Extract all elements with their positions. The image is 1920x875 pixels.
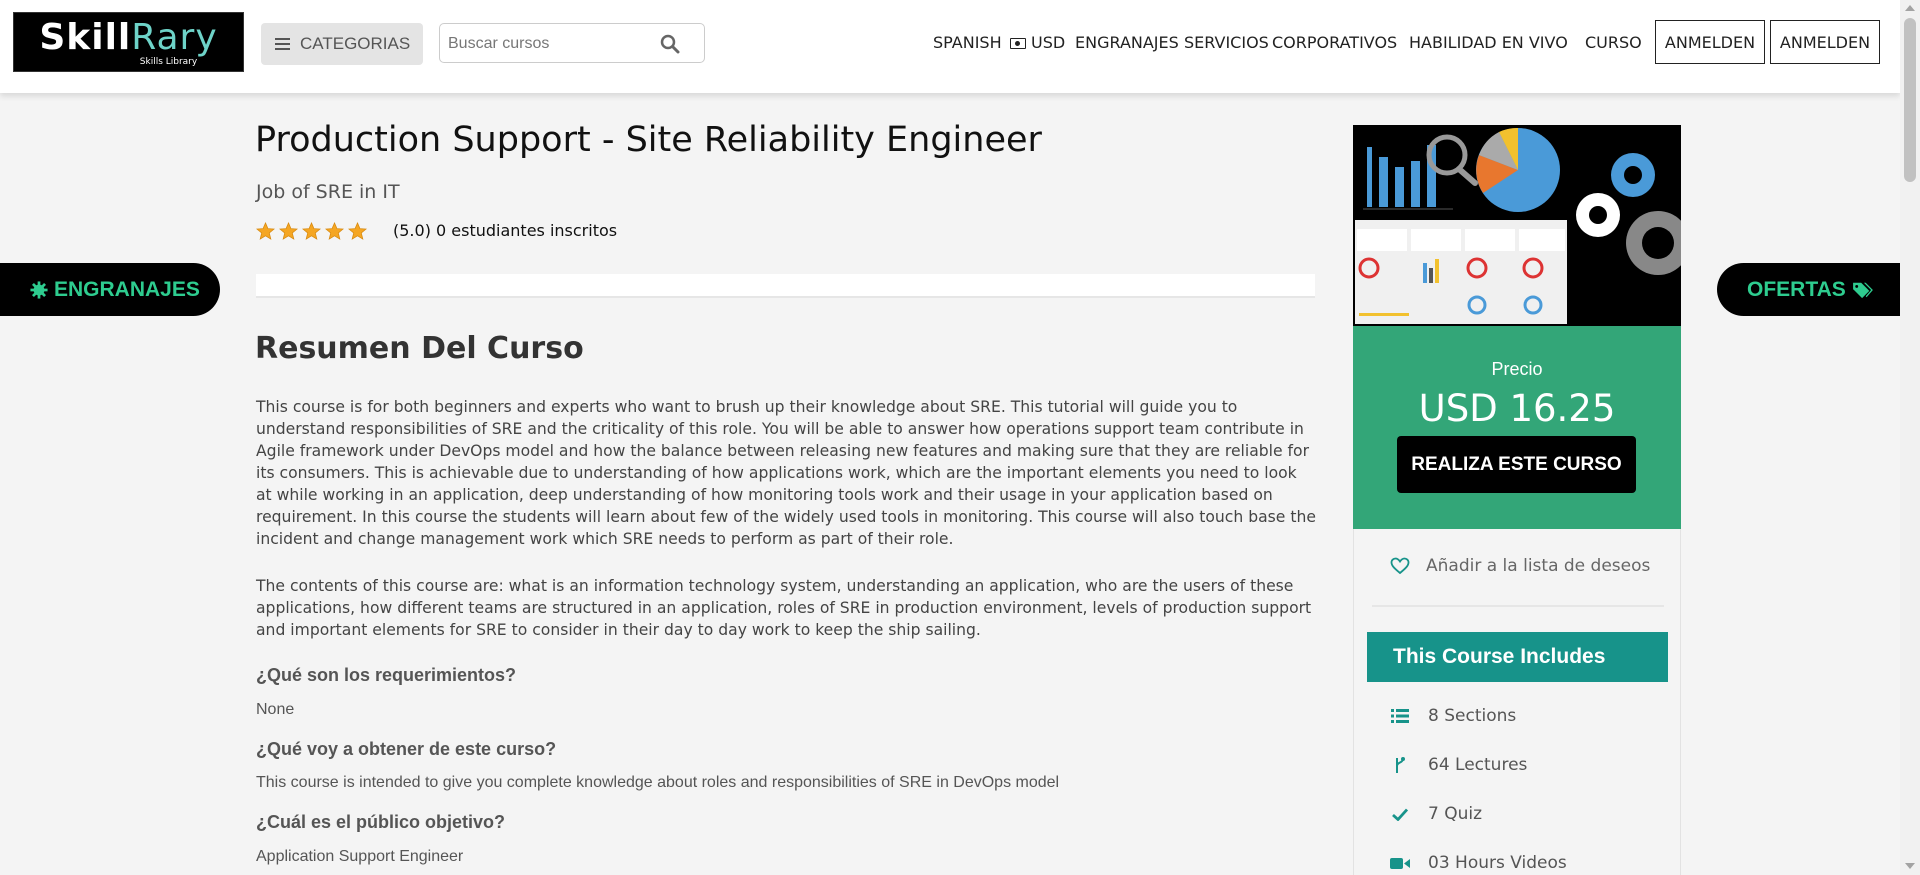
course-subtitle: Job of SRE in IT	[256, 181, 400, 203]
tag-icon	[1852, 282, 1873, 298]
price-value: USD 16.25	[1418, 387, 1616, 430]
search-box	[439, 23, 705, 63]
take-course-button[interactable]: REALIZA ESTE CURSO	[1397, 436, 1636, 493]
overview-heading: Resumen Del Curso	[255, 331, 584, 366]
categories-button[interactable]: CATEGORIAS	[261, 23, 423, 65]
categories-label: CATEGORIAS	[300, 34, 411, 53]
check-icon	[1390, 808, 1410, 821]
course-thumbnail	[1353, 125, 1681, 326]
overview-paragraph-1: This course is for both beginners and ex…	[256, 398, 1316, 548]
register-button[interactable]: ANMELDEN	[1770, 20, 1880, 64]
course-tab-strip	[256, 274, 1315, 298]
scroll-down-arrow-icon[interactable]	[1905, 863, 1915, 869]
search-icon[interactable]	[660, 34, 680, 54]
money-icon	[1010, 38, 1026, 49]
includes-quiz: 7 Quiz	[1390, 804, 1482, 824]
engranajes-side-tab[interactable]: ENGRANAJES	[0, 263, 220, 316]
audience-heading: ¿Cuál es el público objetivo?	[256, 812, 506, 832]
wishlist-label: Añadir a la lista de deseos	[1426, 556, 1651, 576]
nav-corporativos[interactable]: CORPORATIVOS	[1272, 33, 1397, 52]
includes-videos: 03 Hours Videos	[1390, 853, 1567, 873]
includes-sections-label: 8 Sections	[1428, 706, 1517, 726]
requirements-heading: ¿Qué son los requerimientos?	[256, 665, 517, 685]
nav-habilidad-en-vivo[interactable]: HABILIDAD EN VIVO	[1409, 33, 1568, 52]
ofertas-tab-label: OFERTAS	[1747, 277, 1846, 301]
includes-lectures-label: 64 Lectures	[1428, 755, 1528, 775]
logo-tagline: Skills Library	[139, 57, 198, 67]
ofertas-side-tab[interactable]: OFERTAS	[1717, 263, 1900, 316]
star-icon	[348, 222, 367, 240]
scroll-thumb[interactable]	[1904, 18, 1916, 182]
heart-icon	[1390, 557, 1410, 575]
gear-icon	[30, 280, 48, 299]
requirements-text: None	[256, 701, 295, 718]
outcomes-heading: ¿Qué voy a obtener de este curso?	[256, 739, 557, 759]
star-icon	[279, 222, 298, 240]
course-title: Production Support - Site Reliability En…	[255, 120, 1042, 160]
video-icon	[1390, 857, 1410, 870]
top-header: SkillRary Skills Library CATEGORIAS SPAN…	[0, 0, 1900, 93]
nav-curso[interactable]: CURSO	[1585, 33, 1642, 52]
audience-text: Application Support Engineer	[256, 848, 464, 865]
star-icon	[302, 222, 321, 240]
scroll-up-arrow-icon[interactable]	[1905, 5, 1915, 11]
nav-language[interactable]: SPANISH	[933, 33, 1002, 52]
course-thumbnail-graphic	[1353, 125, 1681, 326]
branch-icon	[1390, 756, 1410, 774]
includes-heading: This Course Includes	[1367, 632, 1668, 682]
includes-sections: 8 Sections	[1390, 706, 1516, 726]
login-button[interactable]: ANMELDEN	[1655, 20, 1765, 64]
list-icon	[1390, 709, 1410, 723]
star-icon	[256, 222, 275, 240]
course-card-body: Añadir a la lista de deseos This Course …	[1353, 529, 1681, 875]
logo-wordmark: SkillRary	[39, 17, 218, 58]
skillrary-logo[interactable]: SkillRary Skills Library	[13, 12, 244, 72]
star-icon	[325, 222, 344, 240]
search-input[interactable]	[448, 32, 658, 56]
rating-stars	[256, 222, 371, 241]
nav-currency-label: USD	[1031, 33, 1066, 52]
overview-paragraph-2: The contents of this course are: what is…	[256, 577, 1312, 639]
price-panel: Precio USD 16.25 REALIZA ESTE CURSO	[1353, 326, 1681, 529]
wishlist-link[interactable]: Añadir a la lista de deseos	[1390, 556, 1650, 576]
nav-currency[interactable]: USD	[1010, 33, 1065, 52]
includes-quiz-label: 7 Quiz	[1428, 804, 1483, 824]
page-scrollbar[interactable]	[1900, 0, 1920, 875]
engranajes-tab-label: ENGRANAJES	[54, 277, 200, 301]
price-label: Precio	[1491, 359, 1543, 379]
divider	[1372, 605, 1664, 607]
nav-servicios[interactable]: SERVICIOS	[1184, 33, 1269, 52]
includes-videos-label: 03 Hours Videos	[1428, 853, 1567, 873]
rating-text: (5.0) 0 estudiantes inscritos	[393, 221, 618, 240]
includes-lectures: 64 Lectures	[1390, 755, 1527, 775]
nav-engranajes[interactable]: ENGRANAJES	[1075, 33, 1179, 52]
outcomes-text: This course is intended to give you comp…	[256, 774, 1060, 791]
menu-icon	[275, 35, 290, 53]
